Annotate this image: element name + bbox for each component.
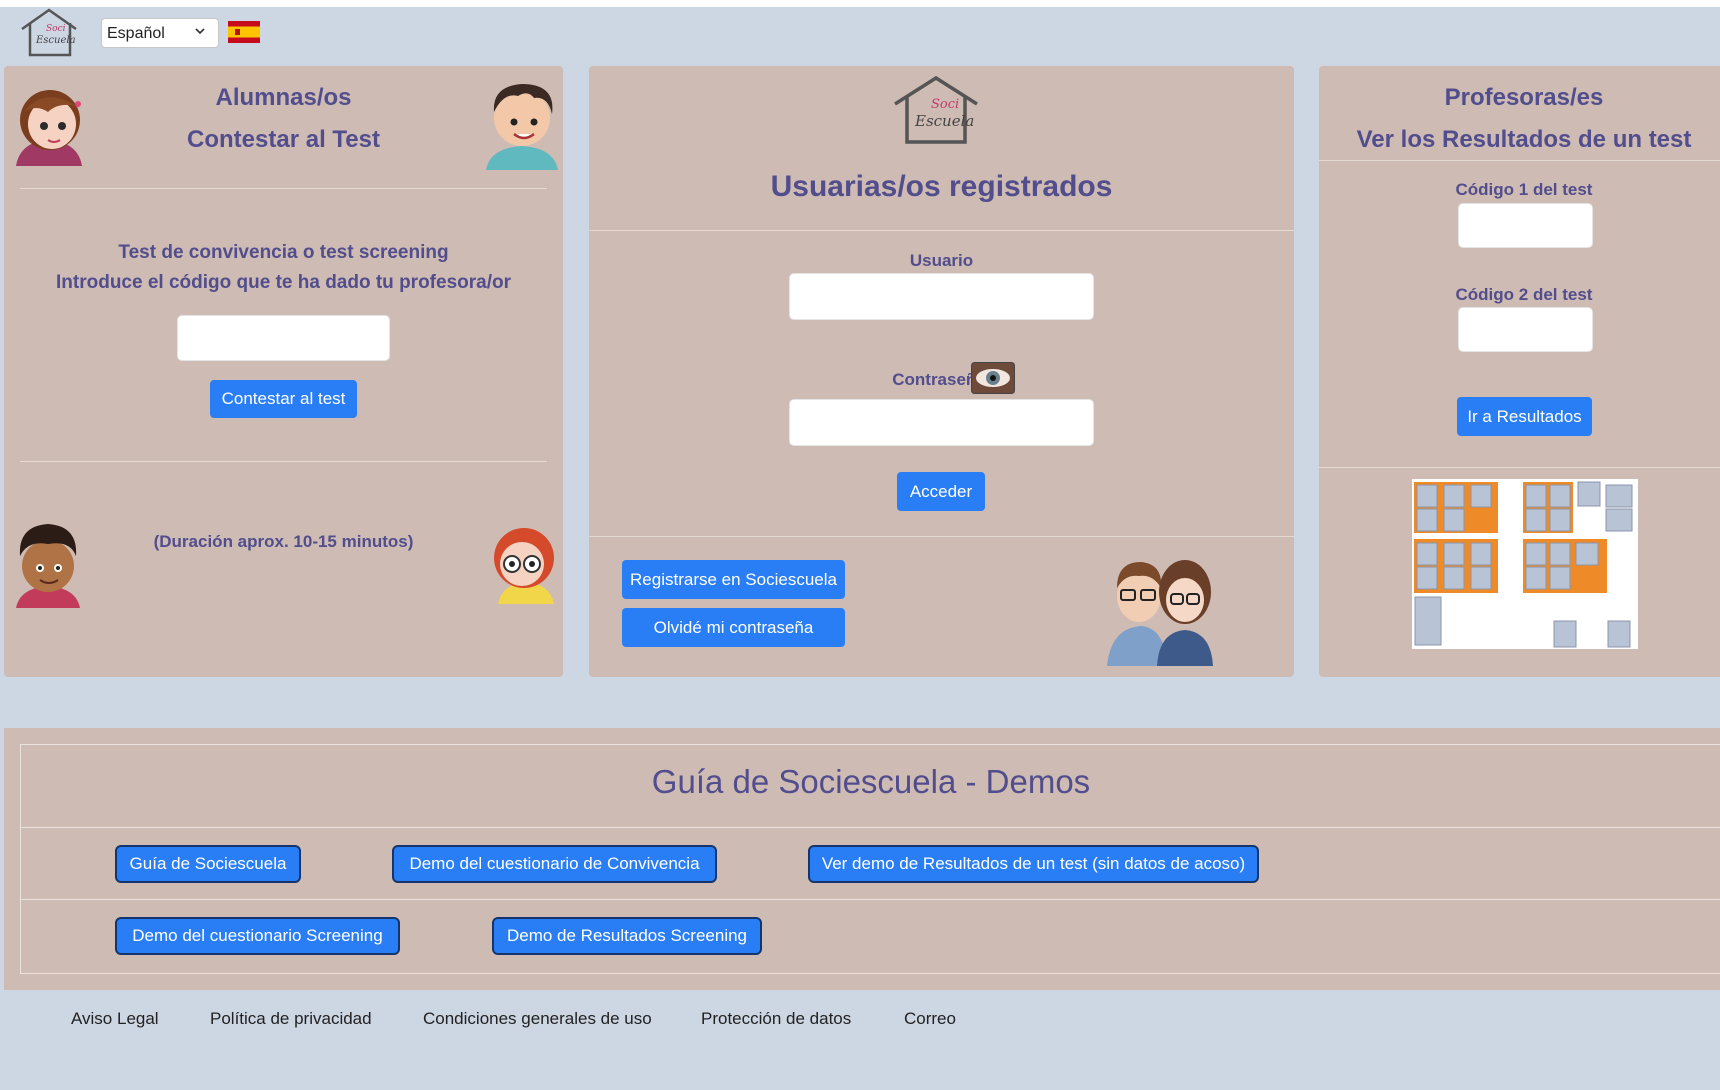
- footer-data-protection-link[interactable]: Protección de datos: [701, 1009, 851, 1029]
- divider: [21, 899, 1720, 900]
- svg-text:Soci: Soci: [46, 24, 66, 34]
- language-select[interactable]: Español: [101, 18, 219, 48]
- code1-input[interactable]: [1458, 203, 1593, 248]
- code1-label: Código 1 del test: [1455, 180, 1593, 199]
- svg-text:Escuela: Escuela: [35, 35, 76, 46]
- teachers-title: Profesoras/es: [1444, 84, 1604, 111]
- password-input[interactable]: [789, 399, 1094, 446]
- language-selected-label: Español: [107, 25, 165, 42]
- register-button[interactable]: Registrarse en Sociescuela: [622, 560, 845, 599]
- sociescuela-logo-small[interactable]: Soci Escuela: [18, 7, 80, 59]
- top-strip: [0, 0, 1720, 7]
- footer-legal-link[interactable]: Aviso Legal: [71, 1009, 159, 1029]
- login-title: Usuarias/os registrados: [770, 170, 1113, 203]
- demo-screening-results-button[interactable]: Demo de Resultados Screening: [492, 917, 762, 955]
- divider: [1319, 467, 1720, 468]
- guide-section: Guía de Sociescuela - Demos Guía de Soci…: [4, 728, 1720, 990]
- demo-convivencia-button[interactable]: Demo del cuestionario de Convivencia: [392, 845, 717, 883]
- teachers-character-icon: [1107, 560, 1213, 666]
- footer-mail-link[interactable]: Correo: [904, 1009, 956, 1029]
- demo-results-button[interactable]: Ver demo de Resultados de un test (sin d…: [808, 845, 1259, 883]
- boy-curly-character-icon: [16, 524, 80, 608]
- students-subtitle: Contestar al Test: [187, 126, 380, 153]
- teachers-subtitle: Ver los Resultados de un test: [1356, 126, 1692, 153]
- top-bar: Soci Escuela Español: [0, 7, 1720, 59]
- divider: [21, 827, 1720, 828]
- teachers-card: Profesoras/es Ver los Resultados de un t…: [1319, 66, 1720, 677]
- student-code-input[interactable]: [177, 315, 390, 361]
- footer-terms-link[interactable]: Condiciones generales de uso: [423, 1009, 652, 1029]
- answer-test-button[interactable]: Contestar al test: [210, 380, 357, 418]
- results-sociogram-preview: [1412, 479, 1638, 649]
- forgot-password-button[interactable]: Olvidé mi contraseña: [622, 608, 845, 647]
- login-button[interactable]: Acceder: [897, 472, 985, 511]
- spain-flag-icon[interactable]: [228, 21, 260, 43]
- chevron-down-icon: [195, 28, 205, 35]
- username-input[interactable]: [789, 273, 1094, 320]
- divider: [20, 188, 547, 189]
- guide-frame: Guía de Sociescuela - Demos Guía de Soci…: [20, 744, 1720, 974]
- divider: [1319, 160, 1720, 161]
- duration-note: (Duración aprox. 10-15 minutos): [153, 532, 414, 551]
- divider: [20, 461, 547, 462]
- demo-screening-button[interactable]: Demo del cuestionario Screening: [115, 917, 400, 955]
- username-label: Usuario: [909, 251, 974, 270]
- svg-text:Soci: Soci: [931, 97, 959, 112]
- login-card: Soci Escuela Usuarias/os registrados Usu…: [589, 66, 1294, 677]
- guide-sociescuela-button[interactable]: Guía de Sociescuela: [115, 845, 301, 883]
- students-desc-line1: Test de convivencia o test screening: [118, 242, 449, 263]
- eye-icon[interactable]: [971, 362, 1015, 394]
- code2-input[interactable]: [1458, 307, 1593, 352]
- guide-title: Guía de Sociescuela - Demos: [651, 763, 1091, 800]
- footer-privacy-link[interactable]: Política de privacidad: [210, 1009, 372, 1029]
- students-card: Alumnas/os Contestar al Test Test de con…: [4, 66, 563, 677]
- sociescuela-logo: Soci Escuela: [894, 75, 978, 144]
- students-desc-line2: Introduce el código que te ha dado tu pr…: [56, 272, 511, 293]
- code2-label: Código 2 del test: [1455, 285, 1593, 304]
- girl-glasses-character-icon: [494, 528, 554, 604]
- divider: [589, 230, 1294, 231]
- students-title: Alumnas/os: [215, 84, 352, 111]
- go-results-button[interactable]: Ir a Resultados: [1457, 397, 1592, 436]
- svg-text:Escuela: Escuela: [914, 112, 974, 130]
- divider: [589, 536, 1294, 537]
